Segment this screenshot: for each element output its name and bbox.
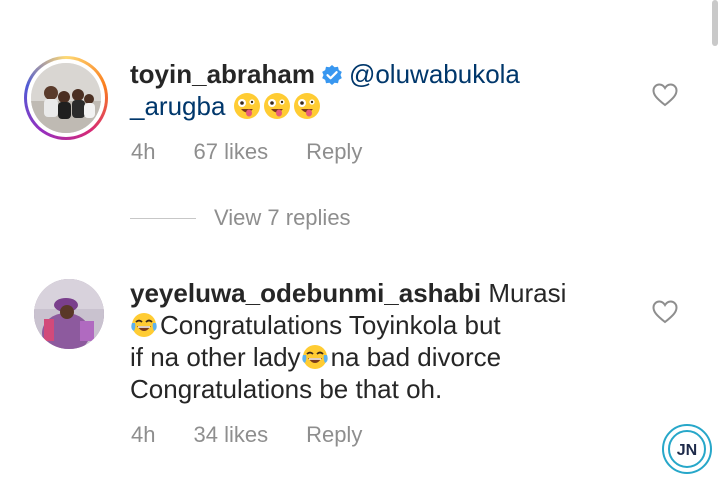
- reply-button[interactable]: Reply: [306, 139, 362, 165]
- reply-button[interactable]: Reply: [306, 422, 362, 448]
- username[interactable]: toyin_abraham: [130, 59, 315, 89]
- avatar: [31, 63, 101, 133]
- comment-time: 4h: [131, 422, 156, 447]
- avatar[interactable]: [34, 279, 104, 349]
- username[interactable]: yeyeluwa_odebunmi_ashabi: [130, 278, 481, 308]
- comment-text: Murasi: [488, 278, 567, 308]
- comment-text: na bad divorce: [330, 342, 502, 372]
- comment-text: Congratulations Toyinkola but: [160, 310, 501, 340]
- mention-link-continued[interactable]: _arugba: [130, 91, 225, 121]
- view-replies-toggle[interactable]: View 7 replies: [130, 205, 351, 231]
- comment-body: yeyeluwa_odebunmi_ashabi Murasi Congratu…: [130, 277, 630, 405]
- watermark-logo: JN: [662, 424, 712, 474]
- like-heart-icon[interactable]: [652, 83, 678, 107]
- verified-badge-icon: [321, 61, 343, 85]
- like-heart-icon[interactable]: [652, 300, 678, 324]
- like-count[interactable]: 67 likes: [193, 139, 268, 165]
- comment-meta: 4h 67 likes Reply: [131, 139, 400, 165]
- tears-of-joy-emoji-icon: [130, 310, 160, 340]
- view-replies-label[interactable]: View 7 replies: [214, 205, 351, 231]
- story-ring-avatar[interactable]: [24, 56, 108, 140]
- divider: [130, 217, 196, 219]
- like-count[interactable]: 34 likes: [193, 422, 268, 448]
- comment-text: Congratulations be that oh.: [130, 374, 443, 404]
- comment-text: if na other lady: [130, 342, 301, 372]
- comment-meta: 4h 34 likes Reply: [131, 422, 400, 448]
- mention-link[interactable]: @oluwabukola: [349, 59, 520, 89]
- scrollbar[interactable]: [712, 0, 718, 46]
- svg-text:JN: JN: [677, 442, 697, 459]
- comment-time: 4h: [131, 139, 156, 164]
- crazy-face-emoji-icon: [233, 91, 323, 121]
- tears-of-joy-emoji-icon: [301, 342, 331, 372]
- comment-body: toyin_abraham @oluwabukola _arugba: [130, 58, 600, 122]
